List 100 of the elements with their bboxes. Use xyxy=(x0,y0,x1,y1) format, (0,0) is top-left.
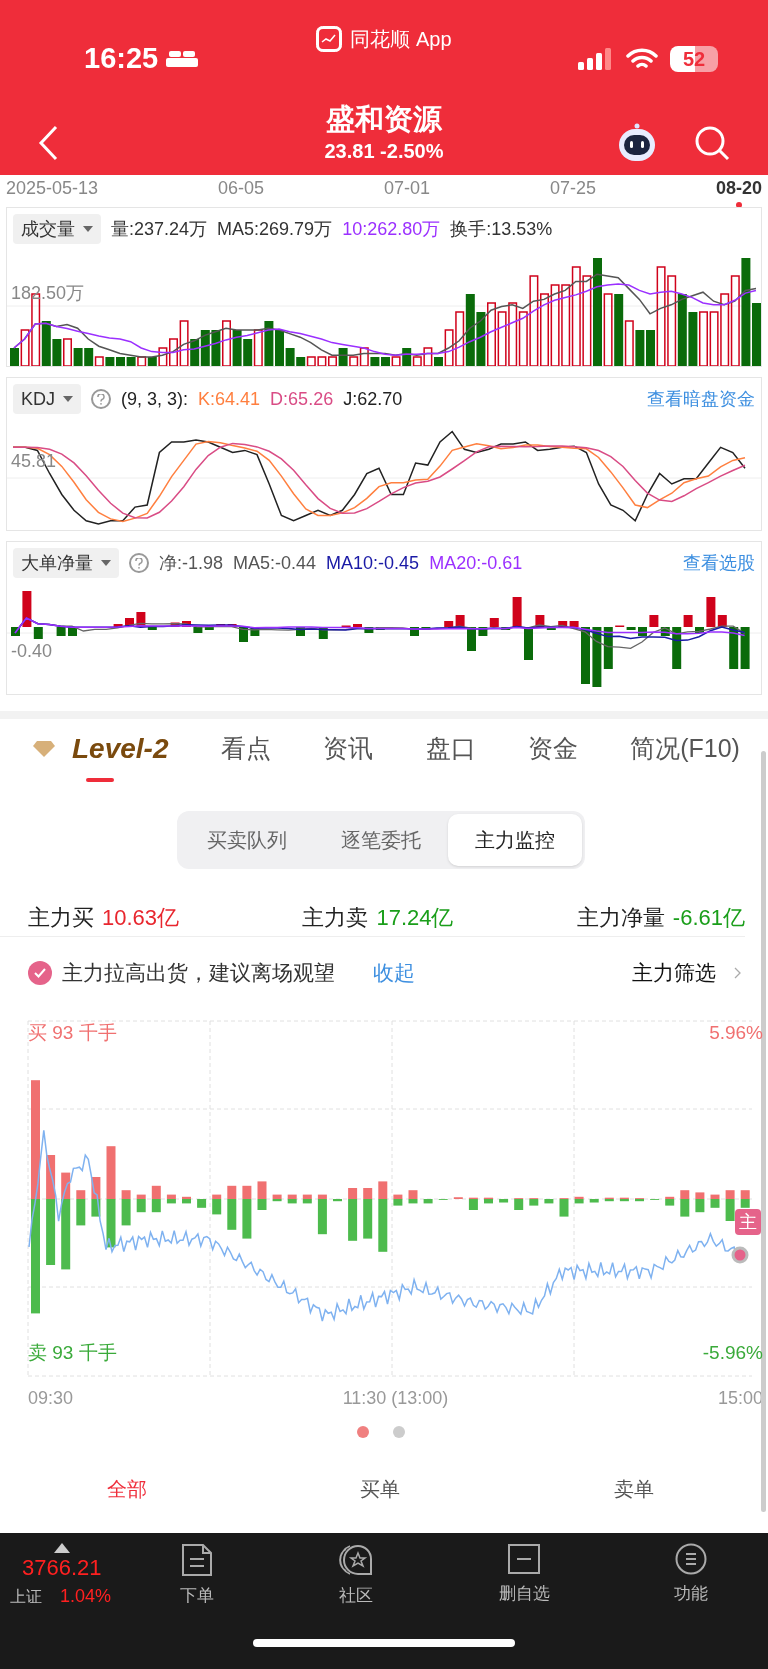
stock-picker-link[interactable]: 查看选股 xyxy=(683,549,755,577)
net-volume-bar xyxy=(581,627,590,684)
indicator-value: J:62.70 xyxy=(343,387,403,411)
sell-bar xyxy=(680,1199,690,1217)
index-change: 1.04% xyxy=(60,1585,112,1608)
section-tab[interactable]: 看点 xyxy=(220,718,271,780)
robot-icon[interactable] xyxy=(616,121,658,164)
net-volume-bar xyxy=(410,627,419,636)
sell-bar xyxy=(242,1199,252,1239)
menu-icon xyxy=(675,1543,707,1575)
status-time: 16:25 xyxy=(84,41,159,77)
sell-bar xyxy=(484,1199,493,1204)
filter-link[interactable]: 主力筛选 xyxy=(632,957,716,989)
battery-indicator: 52 xyxy=(670,46,718,72)
net-volume-bar xyxy=(524,627,533,660)
sell-bar xyxy=(91,1199,101,1217)
buy-bar xyxy=(348,1188,358,1199)
sell-bar xyxy=(619,1199,629,1202)
sell-bar xyxy=(197,1199,207,1208)
sell-bar xyxy=(514,1199,524,1210)
indicator-params: (9, 3, 3): xyxy=(121,387,189,411)
buy-bar xyxy=(710,1194,720,1199)
order-filter-tab[interactable]: 买单 xyxy=(360,1476,401,1502)
section-tab[interactable]: 盘口 xyxy=(425,718,476,780)
segment-tab[interactable]: 主力监控 xyxy=(447,814,582,866)
order-filter-tab[interactable]: 全部 xyxy=(106,1476,147,1502)
buy-bar xyxy=(302,1194,312,1199)
stock-quote: 23.81 -2.50% xyxy=(324,139,444,164)
net-volume-bar xyxy=(56,627,66,636)
date-label: 06-05 xyxy=(218,177,265,200)
sell-bar xyxy=(212,1199,222,1215)
summary-value: -6.61亿 xyxy=(672,904,745,932)
net-volume-bar xyxy=(239,627,248,642)
time-label: 11:30 (13:00) xyxy=(342,1387,449,1410)
summary-label: 主力卖 xyxy=(302,904,369,932)
bottom-nav-item[interactable]: 社区 xyxy=(338,1543,375,1609)
net-volume-bar xyxy=(113,624,123,627)
indicator-value: MA10:-0.45 xyxy=(326,551,420,575)
segment-tab[interactable]: 逐笔委托 xyxy=(313,814,448,866)
help-icon[interactable] xyxy=(129,553,149,573)
chevron-right-icon[interactable] xyxy=(734,967,741,979)
sell-bar xyxy=(151,1199,161,1213)
net-volume-bar xyxy=(170,622,180,627)
summary-label: 主力净量 xyxy=(576,904,665,932)
sell-bar xyxy=(574,1199,584,1204)
bottom-nav-item[interactable]: 下单 xyxy=(180,1543,214,1609)
bottom-nav-item[interactable]: 删自选 xyxy=(498,1543,550,1609)
indicator-value: MA5:269.79万 xyxy=(217,217,333,241)
order-filter-tab[interactable]: 卖单 xyxy=(614,1476,655,1502)
buy-bar xyxy=(106,1146,116,1199)
net-volume-bar xyxy=(421,627,431,630)
net-volume-bar xyxy=(250,627,260,636)
axis-label: -0.40 xyxy=(11,640,53,662)
sell-bar xyxy=(544,1199,554,1204)
sell-bar xyxy=(302,1199,312,1204)
help-icon[interactable] xyxy=(91,389,111,409)
dark-pool-link[interactable]: 查看暗盘资金 xyxy=(647,385,755,413)
buy-bar xyxy=(182,1196,191,1199)
section-tab[interactable]: 资金 xyxy=(527,718,578,780)
sell-bar xyxy=(378,1199,388,1252)
bed-icon xyxy=(166,49,199,69)
app-name: 同花顺 App xyxy=(350,27,452,52)
segment-tab[interactable]: 买卖队列 xyxy=(179,814,314,866)
net-volume-bar xyxy=(478,627,488,636)
sell-bar xyxy=(635,1199,644,1202)
summary-value: 17.24亿 xyxy=(376,904,454,932)
indicator-selector[interactable]: 成交量 xyxy=(13,214,101,244)
indicator-value: MA5:-0.44 xyxy=(233,551,317,575)
sell-bar xyxy=(348,1199,358,1241)
sell-bar xyxy=(695,1199,705,1213)
date-label: 08-20 xyxy=(715,177,762,200)
axis-label: 182.50万 xyxy=(11,282,85,304)
buy-bar xyxy=(91,1177,101,1199)
buy-bar xyxy=(46,1155,56,1199)
sell-bar xyxy=(333,1199,342,1202)
sell-bar xyxy=(589,1199,599,1203)
section-tab[interactable]: 资讯 xyxy=(323,718,374,780)
net-volume-bar xyxy=(125,618,134,627)
section-tab[interactable]: Level-2 xyxy=(32,716,169,782)
buy-bar xyxy=(272,1194,282,1199)
sell-bar xyxy=(76,1199,86,1226)
axis-label: -5.96% xyxy=(702,1341,763,1365)
buy-bar xyxy=(242,1185,252,1199)
net-volume-bar xyxy=(729,627,739,669)
buy-bar xyxy=(740,1190,750,1199)
date-label: 07-01 xyxy=(383,177,430,200)
sell-bar xyxy=(287,1199,297,1204)
buy-bar xyxy=(227,1185,237,1199)
time-label: 09:30 xyxy=(28,1387,74,1410)
section-tab[interactable]: 简况(F10) xyxy=(630,718,740,780)
back-icon[interactable] xyxy=(38,124,58,161)
indicator-selector[interactable]: 大单净量 xyxy=(13,548,119,578)
sell-bar xyxy=(529,1199,539,1206)
wifi-icon xyxy=(626,47,658,71)
index-name: 上证 xyxy=(10,1586,42,1607)
indicator-selector[interactable]: KDJ xyxy=(13,384,81,414)
bottom-nav-item[interactable]: 功能 xyxy=(674,1543,708,1609)
search-icon[interactable] xyxy=(694,124,730,161)
sell-bar xyxy=(710,1199,720,1208)
signal-icon xyxy=(578,48,614,70)
